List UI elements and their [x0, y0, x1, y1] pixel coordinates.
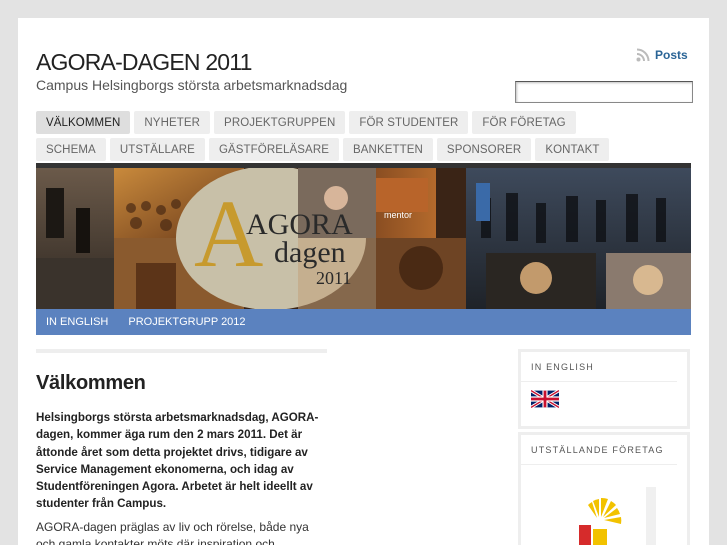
posts-label: Posts — [655, 48, 688, 62]
post-title[interactable]: Välkommen — [36, 372, 146, 395]
post-paragraph-intro: Helsingborgs största arbetsmarknadsdag, … — [36, 411, 319, 511]
nav-item-sponsorer[interactable]: SPONSORER — [436, 138, 532, 161]
logo-letter-a: A — [194, 180, 264, 287]
header-banner: AGORA dagen 2011 A mentor — [36, 163, 691, 311]
content-divider — [36, 349, 327, 353]
nav-item-kontakt[interactable]: KONTAKT — [535, 138, 610, 161]
nav-item-for-studenter[interactable]: FÖR STUDENTER — [349, 111, 469, 134]
nav-item-gastforelasare[interactable]: GÄSTFÖRELÄSARE — [208, 138, 339, 161]
banner-collage — [36, 168, 691, 311]
widget-utstallande-foretag: UTSTÄLLANDE FÖRETAG — [518, 432, 690, 545]
nav-item-projektgruppen[interactable]: PROJEKTGRUPPEN — [214, 111, 346, 134]
nav-item-utstallare[interactable]: UTSTÄLLARE — [109, 138, 205, 161]
logo-year: 2011 — [316, 268, 352, 288]
exhibitor-logo-icon[interactable] — [571, 487, 661, 545]
banner-poster-text: mentor — [384, 210, 413, 220]
nav-item-for-foretag[interactable]: FÖR FÖRETAG — [472, 111, 576, 134]
widget-in-english: IN ENGLISH — [518, 349, 690, 429]
main-navigation: VÄLKOMMEN NYHETER PROJEKTGRUPPEN FÖR STU… — [36, 111, 636, 161]
subnav-item-in-english[interactable]: IN ENGLISH — [36, 309, 118, 335]
logo-dagen: dagen — [274, 236, 346, 269]
site-title[interactable]: AGORA-DAGEN 2011 — [36, 49, 252, 76]
rss-icon — [636, 48, 650, 62]
sub-navigation: IN ENGLISH PROJEKTGRUPP 2012 — [36, 309, 691, 335]
nav-item-banketten[interactable]: BANKETTEN — [343, 138, 433, 161]
widget-title-utstallande-foretag: UTSTÄLLANDE FÖRETAG — [521, 435, 677, 465]
post-paragraph-body: AGORA-dagen präglas av liv och rörelse, … — [36, 520, 309, 545]
posts-rss-link[interactable]: Posts — [636, 48, 688, 62]
page: AGORA-DAGEN 2011 Campus Helsingborgs stö… — [18, 18, 709, 545]
widget-title-in-english: IN ENGLISH — [521, 352, 677, 382]
search-input[interactable] — [515, 81, 693, 103]
subnav-item-projektgrupp-2012[interactable]: PROJEKTGRUPP 2012 — [118, 309, 255, 335]
nav-item-schema[interactable]: SCHEMA — [36, 138, 106, 161]
uk-flag-icon[interactable] — [531, 390, 559, 408]
site-description: Campus Helsingborgs största arbetsmarkna… — [36, 77, 348, 93]
nav-item-nyheter[interactable]: NYHETER — [134, 111, 211, 134]
nav-item-valkommen[interactable]: VÄLKOMMEN — [36, 111, 131, 134]
